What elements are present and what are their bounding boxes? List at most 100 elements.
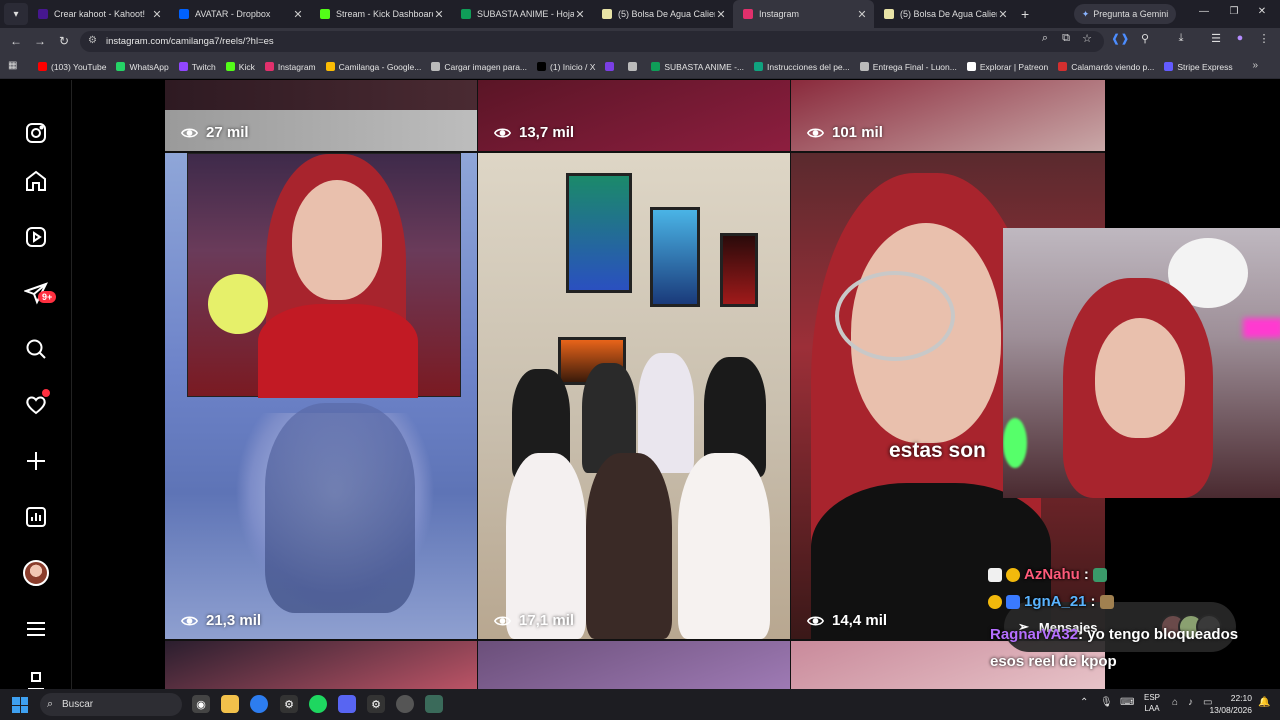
eye-icon: [807, 616, 824, 625]
bookmark-item[interactable]: (103) YouTube: [38, 62, 106, 72]
bookmark-item[interactable]: [628, 62, 641, 71]
bookmark-item[interactable]: Explorar | Patreon: [966, 62, 1048, 72]
bookmark-item[interactable]: Kick: [225, 62, 255, 72]
close-tab-icon[interactable]: ✕: [574, 8, 586, 21]
create-icon[interactable]: [22, 447, 50, 475]
close-tab-icon[interactable]: ✕: [292, 8, 304, 21]
reel-tile[interactable]: 13,7 mil: [478, 80, 790, 151]
browser-tab[interactable]: Crear kahoot - Kahoot! ✕: [28, 0, 169, 28]
site-info-icon[interactable]: ⚙: [88, 35, 97, 46]
instagram-logo-icon[interactable]: [22, 119, 50, 147]
zoom-icon[interactable]: ⌕: [1036, 32, 1054, 45]
bookmarks-overflow-icon[interactable]: »: [1252, 60, 1258, 71]
bookmark-item[interactable]: SUBASTA ANIME -...: [651, 62, 744, 72]
taskbar-search[interactable]: ⌕ Buscar: [40, 693, 182, 716]
bookmark-favicon-icon: [431, 62, 441, 71]
reel-tile[interactable]: 27 mil: [165, 80, 477, 151]
close-tab-icon[interactable]: ✕: [151, 8, 163, 21]
home-icon[interactable]: [22, 167, 50, 195]
bookmark-item[interactable]: Stripe Express: [1164, 62, 1233, 72]
messages-icon[interactable]: 9+: [22, 279, 57, 307]
volume-icon[interactable]: ♪: [1188, 697, 1193, 708]
url-bar[interactable]: ⚙ instagram.com/camilanga7/reels/?hl=es: [80, 31, 1104, 52]
extensions-puzzle-icon[interactable]: ⚲: [1136, 32, 1154, 45]
obs-icon[interactable]: ◉: [192, 695, 210, 713]
bookmark-item[interactable]: Twitch: [178, 62, 216, 72]
menu-icon[interactable]: [22, 615, 50, 643]
discord-icon[interactable]: [338, 695, 356, 713]
eye-icon: [181, 128, 198, 137]
browser-tab[interactable]: (5) Bolsa De Agua Calient ✕: [592, 0, 733, 28]
app-icon[interactable]: [396, 695, 414, 713]
back-button[interactable]: ←: [4, 34, 28, 48]
bookmark-item[interactable]: WhatsApp: [116, 62, 169, 72]
reels-icon[interactable]: [22, 223, 50, 251]
mic-icon[interactable]: 🎙: [1100, 697, 1113, 708]
close-tab-icon[interactable]: ✕: [856, 8, 868, 21]
tab-search-menu[interactable]: ▾: [4, 3, 28, 25]
bookmark-label: Entrega Final - Luon...: [872, 61, 957, 72]
keyboard-icon[interactable]: ⌨: [1120, 697, 1134, 708]
gemini-button[interactable]: ✦ Pregunta a Gemini: [1074, 4, 1176, 24]
reel-tile[interactable]: 17,1 mil: [478, 153, 790, 639]
bookmark-item[interactable]: Camilanga - Google...: [325, 62, 421, 72]
chrome-icon[interactable]: [250, 695, 268, 713]
spotify-icon[interactable]: [309, 695, 327, 713]
heart-icon[interactable]: [22, 389, 50, 419]
network-icon[interactable]: ⌂: [1172, 697, 1178, 708]
bookmark-item[interactable]: Instrucciones del pe...: [754, 62, 850, 72]
search-icon[interactable]: [22, 335, 50, 363]
profile-icon[interactable]: ●: [1231, 32, 1249, 44]
bookmark-item[interactable]: (1) Inicio / X: [537, 62, 595, 72]
bookmark-label: (1) Inicio / X: [550, 61, 596, 72]
bookmark-item[interactable]: Calamardo viendo p...: [1058, 62, 1154, 72]
tab-title: Instagram: [759, 9, 800, 19]
profile-avatar[interactable]: [22, 559, 50, 587]
language-indicator[interactable]: ESP LAA: [1144, 692, 1160, 714]
apps-grid-icon[interactable]: ▦: [8, 60, 17, 71]
bookmark-favicon-icon: [966, 62, 976, 71]
reel-tile[interactable]: [478, 641, 790, 689]
chat-username: RagnarVA32: [990, 626, 1079, 643]
clock[interactable]: 22:10 13/08/2026: [1209, 692, 1252, 716]
browser-tab[interactable]: AVATAR - Dropbox ✕: [169, 0, 310, 28]
bookmark-item[interactable]: Instagram: [264, 62, 316, 72]
forward-button[interactable]: →: [28, 34, 52, 48]
bookmark-item[interactable]: Entrega Final - Luon...: [859, 61, 957, 72]
windows-start-icon[interactable]: [12, 697, 28, 713]
reel-tile[interactable]: 21,3 mil: [165, 153, 477, 639]
bookmark-star-icon[interactable]: ☆: [1078, 32, 1096, 45]
settings-icon[interactable]: ⚙: [280, 695, 298, 713]
close-tab-icon[interactable]: ✕: [433, 8, 445, 21]
app-icon[interactable]: [425, 695, 443, 713]
taskbar-search-label: Buscar: [62, 699, 94, 710]
browser-menu-icon[interactable]: ⋮: [1255, 32, 1273, 45]
reload-button[interactable]: ↻: [52, 34, 76, 48]
install-app-icon[interactable]: ⧉: [1057, 32, 1075, 45]
tray-chevron-icon[interactable]: ⌃: [1080, 697, 1088, 708]
notification-bell-icon[interactable]: 🔔: [1258, 697, 1270, 708]
app-icon[interactable]: ⚙: [367, 695, 385, 713]
reading-list-icon[interactable]: ☰: [1207, 32, 1225, 45]
reel-tile[interactable]: 101 mil: [791, 80, 1105, 151]
bookmark-item[interactable]: [605, 62, 618, 71]
close-window-button[interactable]: ✕: [1254, 6, 1270, 17]
file-explorer-icon[interactable]: [221, 695, 239, 713]
bookmark-item[interactable]: Cargar imagen para...: [431, 62, 527, 72]
view-count: 17,1 mil: [494, 612, 574, 629]
dashboard-icon[interactable]: [22, 503, 50, 531]
minimize-button[interactable]: —: [1196, 6, 1212, 17]
browser-tab[interactable]: SUBASTA ANIME - Hojas d✕: [451, 0, 592, 28]
reel-tile[interactable]: [165, 641, 477, 689]
browser-tab[interactable]: Instagram ✕: [733, 0, 874, 28]
tab-title: (5) Bolsa De Agua Calient: [900, 9, 997, 19]
download-icon[interactable]: ⤓: [1172, 32, 1190, 45]
close-tab-icon[interactable]: ✕: [715, 8, 727, 21]
extension-icon[interactable]: ❰❱: [1111, 32, 1129, 45]
maximize-button[interactable]: ❐: [1226, 6, 1242, 17]
browser-tab[interactable]: (5) Bolsa De Agua Calient ✕: [874, 0, 1015, 28]
badge-icon: [1006, 594, 1020, 609]
new-tab-button[interactable]: +: [1021, 6, 1039, 22]
close-tab-icon[interactable]: ✕: [997, 8, 1009, 21]
browser-tab[interactable]: Stream - Kick Dashboard ✕: [310, 0, 451, 28]
